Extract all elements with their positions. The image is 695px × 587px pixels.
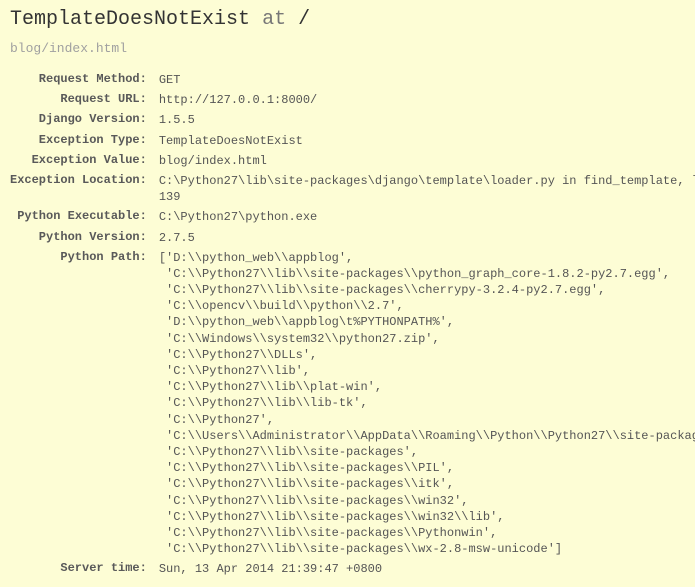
value-python-path: ['D:\\python_web\\appblog', 'C:\\Python2…: [153, 248, 695, 560]
django-error-page: TemplateDoesNotExist at / blog/index.htm…: [0, 0, 695, 587]
row-exception-value: Exception Value: blog/index.html: [10, 151, 695, 171]
exception-name: TemplateDoesNotExist: [10, 8, 250, 31]
value-exception-type: TemplateDoesNotExist: [153, 131, 695, 151]
row-django-version: Django Version: 1.5.5: [10, 110, 695, 130]
value-server-time: Sun, 13 Apr 2014 21:39:47 +0800: [153, 559, 695, 579]
row-exception-type: Exception Type: TemplateDoesNotExist: [10, 131, 695, 151]
label-request-url: Request URL:: [10, 90, 153, 110]
label-server-time: Server time:: [10, 559, 153, 579]
row-request-method: Request Method: GET: [10, 70, 695, 90]
value-python-executable: C:\Python27\python.exe: [153, 207, 695, 227]
value-exception-location: C:\Python27\lib\site-packages\django\tem…: [153, 171, 695, 207]
row-request-url: Request URL: http://127.0.0.1:8000/: [10, 90, 695, 110]
request-info-table: Request Method: GET Request URL: http://…: [10, 70, 695, 579]
request-path: /: [298, 8, 310, 31]
row-python-path: Python Path: ['D:\\python_web\\appblog',…: [10, 248, 695, 560]
error-heading: TemplateDoesNotExist at /: [10, 8, 685, 31]
label-python-version: Python Version:: [10, 228, 153, 248]
template-name: blog/index.html: [10, 41, 685, 56]
value-django-version: 1.5.5: [153, 110, 695, 130]
row-python-version: Python Version: 2.7.5: [10, 228, 695, 248]
label-exception-location: Exception Location:: [10, 171, 153, 207]
row-python-executable: Python Executable: C:\Python27\python.ex…: [10, 207, 695, 227]
label-exception-type: Exception Type:: [10, 131, 153, 151]
value-python-version: 2.7.5: [153, 228, 695, 248]
label-python-path: Python Path:: [10, 248, 153, 560]
label-exception-value: Exception Value:: [10, 151, 153, 171]
value-request-url: http://127.0.0.1:8000/: [153, 90, 695, 110]
row-server-time: Server time: Sun, 13 Apr 2014 21:39:47 +…: [10, 559, 695, 579]
label-python-executable: Python Executable:: [10, 207, 153, 227]
label-django-version: Django Version:: [10, 110, 153, 130]
label-request-method: Request Method:: [10, 70, 153, 90]
value-request-method: GET: [153, 70, 695, 90]
heading-at: at: [262, 8, 286, 31]
row-exception-location: Exception Location: C:\Python27\lib\site…: [10, 171, 695, 207]
value-exception-value: blog/index.html: [153, 151, 695, 171]
python-path-list: ['D:\\python_web\\appblog', 'C:\\Python2…: [159, 250, 695, 558]
